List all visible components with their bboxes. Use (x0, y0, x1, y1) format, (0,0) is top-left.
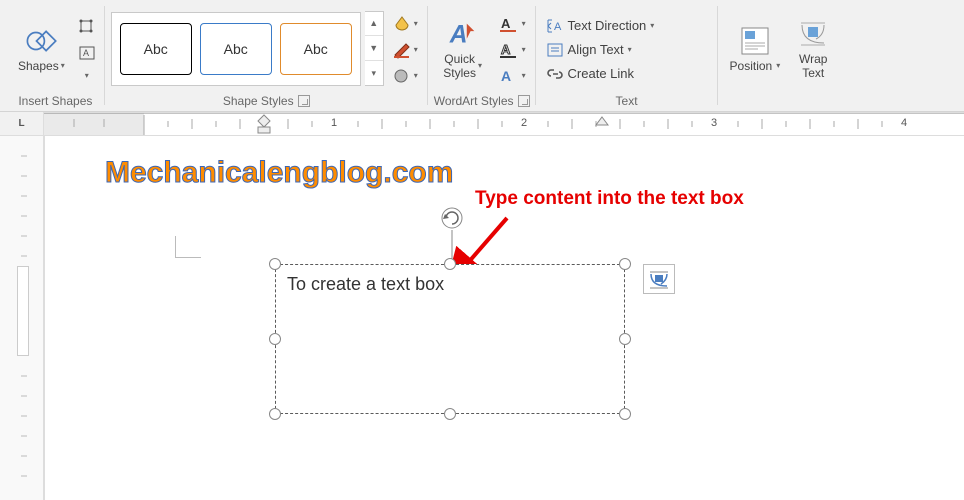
quick-styles-icon: A (446, 17, 480, 51)
draw-textbox-button[interactable]: A (75, 41, 99, 65)
text-outline-button[interactable]: A▾ (495, 38, 529, 62)
shapes-more-button[interactable]: ▾ (75, 67, 99, 85)
svg-text:A: A (501, 42, 511, 57)
rotate-handle[interactable] (437, 204, 467, 262)
group-caption-insert-shapes: Insert Shapes (18, 94, 92, 108)
create-link-button[interactable]: Create Link (542, 62, 712, 86)
wordart-launcher[interactable] (518, 95, 530, 107)
group-shape-styles: Abc Abc Abc ▲ ▼ ▾ ▾ ▾ ▾ S (105, 0, 428, 111)
shape-style-preset-1[interactable]: Abc (120, 23, 192, 75)
text-direction-icon: A (546, 17, 564, 35)
link-icon (546, 65, 564, 83)
align-text-icon (546, 41, 564, 59)
wrap-text-button[interactable]: WrapText (790, 15, 836, 81)
group-arrange: Position▾ WrapText (718, 0, 843, 111)
gallery-up-button[interactable]: ▲ (365, 12, 383, 37)
shape-styles-launcher[interactable] (298, 95, 310, 107)
text-box-content[interactable]: To create a text box (287, 274, 444, 295)
svg-text:A: A (448, 22, 467, 49)
align-text-button[interactable]: Align Text ▾ (542, 38, 712, 62)
position-icon (738, 24, 772, 58)
resize-handle-s[interactable] (444, 408, 456, 420)
edit-shape-button[interactable] (75, 15, 99, 39)
margin-corner-mark (175, 236, 201, 258)
resize-handle-n[interactable] (444, 258, 456, 270)
shape-fill-button[interactable]: ▾ (388, 12, 422, 36)
shape-style-preset-3[interactable]: Abc (280, 23, 352, 75)
text-effects-button[interactable]: A▾ (495, 64, 529, 88)
document-page[interactable]: Mechanicalengblog.com Type content into … (44, 136, 964, 500)
ruler-area: L 1 2 3 4 (0, 112, 964, 136)
shapes-button[interactable]: Shapes▾ (12, 22, 71, 75)
annotation-label: Type content into the text box (475, 188, 744, 210)
tab-selector[interactable]: L (0, 112, 44, 135)
group-caption-wordart: WordArt Styles (434, 94, 514, 108)
group-insert-shapes: Shapes▾ A ▾ Insert Shapes (6, 0, 105, 111)
text-direction-button[interactable]: A Text Direction ▾ (542, 14, 712, 38)
shapes-icon (24, 24, 58, 58)
quick-styles-button[interactable]: A QuickStyles▾ (435, 15, 491, 81)
wrap-text-icon (796, 17, 830, 51)
vertical-ruler[interactable] (0, 136, 44, 500)
ribbon: Shapes▾ A ▾ Insert Shapes Abc Abc Abc (0, 0, 964, 112)
horizontal-ruler[interactable]: 1 2 3 4 (44, 112, 964, 135)
text-direction-label: Text Direction (568, 18, 647, 33)
group-caption-shape-styles: Shape Styles (223, 94, 294, 108)
resize-handle-nw[interactable] (269, 258, 281, 270)
shape-outline-button[interactable]: ▾ (388, 38, 422, 62)
right-indent-marker[interactable] (594, 113, 610, 133)
text-fill-button[interactable]: A▾ (495, 12, 529, 36)
resize-handle-e[interactable] (619, 333, 631, 345)
position-label: Position (730, 60, 773, 73)
gallery-more-button[interactable]: ▾ (365, 61, 383, 86)
quick-styles-label: QuickStyles (443, 53, 476, 79)
layout-options-button[interactable] (643, 264, 675, 294)
shape-style-preset-2[interactable]: Abc (200, 23, 272, 75)
wrap-text-label: WrapText (799, 53, 827, 79)
layout-options-icon (647, 268, 671, 290)
shapes-label: Shapes (18, 60, 59, 73)
svg-text:A: A (83, 48, 89, 58)
chevron-down-icon: ▾ (61, 62, 65, 71)
resize-handle-sw[interactable] (269, 408, 281, 420)
group-text: A Text Direction ▾ Align Text ▾ C (536, 0, 718, 111)
gallery-down-button[interactable]: ▼ (365, 36, 383, 61)
resize-handle-se[interactable] (619, 408, 631, 420)
watermark-text: Mechanicalengblog.com (105, 156, 453, 190)
svg-text:A: A (501, 68, 511, 84)
text-box[interactable]: To create a text box (275, 264, 625, 414)
svg-text:A: A (501, 16, 511, 31)
resize-handle-w[interactable] (269, 333, 281, 345)
align-text-label: Align Text (568, 42, 624, 57)
position-button[interactable]: Position▾ (724, 22, 787, 75)
shape-effects-button[interactable]: ▾ (388, 64, 422, 88)
group-wordart-styles: A QuickStyles▾ A▾ A▾ A▾ WordArt Styles (428, 0, 536, 111)
resize-handle-ne[interactable] (619, 258, 631, 270)
create-link-label: Create Link (568, 66, 634, 81)
svg-text:A: A (554, 21, 562, 33)
indent-marker[interactable] (254, 113, 274, 135)
shape-style-gallery[interactable]: Abc Abc Abc (111, 12, 361, 86)
workspace: Mechanicalengblog.com Type content into … (0, 136, 964, 500)
group-caption-text: Text (616, 94, 638, 108)
